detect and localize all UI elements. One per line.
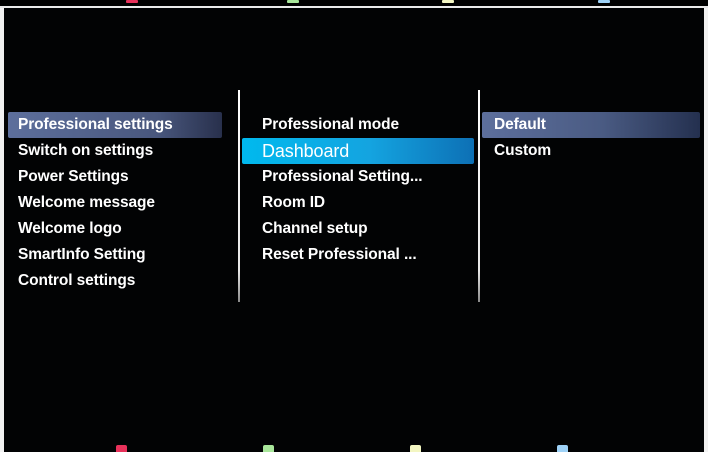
menu-item-control-settings[interactable]: Control settings — [8, 268, 222, 294]
menu-item-professional-settings[interactable]: Professional settings — [8, 112, 222, 138]
menu-item-professional-setting-app[interactable]: Professional Setting... — [242, 164, 474, 190]
yellow-key-indicator — [410, 445, 421, 452]
menu-item-channel-setup[interactable]: Channel setup — [242, 216, 474, 242]
yellow-key-indicator-top — [442, 0, 454, 3]
column-divider-left — [238, 90, 240, 302]
menu-item-smartinfo-setting[interactable]: SmartInfo Setting — [8, 242, 222, 268]
dashboard-options-menu: Default Custom — [482, 112, 700, 164]
green-key-indicator — [263, 445, 274, 452]
option-custom[interactable]: Custom — [482, 138, 700, 164]
red-key-indicator — [116, 445, 127, 452]
column-divider-right — [478, 90, 480, 302]
tv-menu-screen: Professional settings Switch on settings… — [4, 8, 704, 452]
professional-settings-submenu: Professional mode Dashboard Professional… — [242, 112, 474, 268]
right-bezel — [704, 8, 708, 452]
menu-item-reset-professional[interactable]: Reset Professional ... — [242, 242, 474, 268]
red-key-indicator-top — [126, 0, 138, 3]
menu-item-welcome-logo[interactable]: Welcome logo — [8, 216, 222, 242]
option-default[interactable]: Default — [482, 112, 700, 138]
menu-item-switch-on-settings[interactable]: Switch on settings — [8, 138, 222, 164]
menu-item-professional-mode[interactable]: Professional mode — [242, 112, 474, 138]
blue-key-indicator-top — [598, 0, 610, 3]
blue-key-indicator — [557, 445, 568, 452]
green-key-indicator-top — [287, 0, 299, 3]
menu-item-room-id[interactable]: Room ID — [242, 190, 474, 216]
settings-category-menu: Professional settings Switch on settings… — [8, 112, 222, 294]
menu-item-power-settings[interactable]: Power Settings — [8, 164, 222, 190]
menu-item-dashboard[interactable]: Dashboard — [242, 138, 474, 164]
menu-item-welcome-message[interactable]: Welcome message — [8, 190, 222, 216]
